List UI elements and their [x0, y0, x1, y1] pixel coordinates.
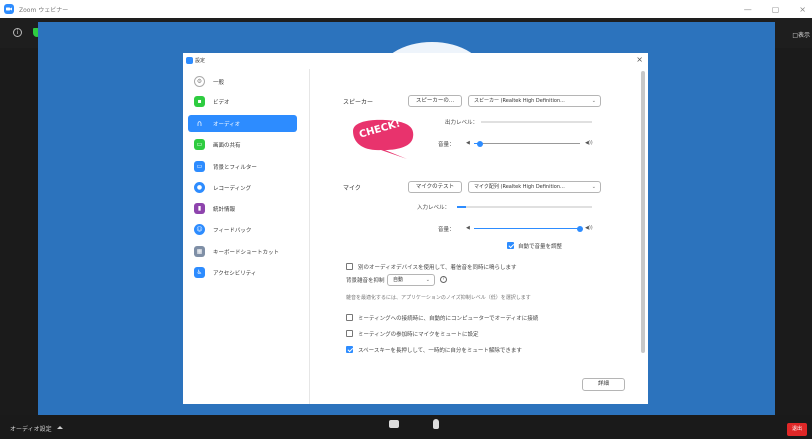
info-icon[interactable]: i — [13, 28, 22, 37]
headphones-icon: ∩ — [196, 119, 203, 128]
input-level-meter — [457, 206, 592, 208]
auto-adjust-label: 自動で音量を調整 — [518, 244, 563, 250]
speaker-test-button[interactable]: スピーカーの... — [408, 95, 462, 107]
auto-join-audio-checkbox[interactable] — [346, 314, 353, 321]
sidebar-item-video[interactable]: ▪ ビデオ — [188, 93, 297, 110]
sidebar-item-label: フィードバック — [213, 227, 252, 234]
mic-test-button[interactable]: マイクのテスト — [408, 181, 462, 193]
sidebar-item-recording[interactable]: ● レコーディング — [188, 179, 297, 196]
sidebar-item-label: オーディオ — [213, 121, 241, 128]
sidebar-item-statistics[interactable]: ▮ 統計情報 — [188, 200, 297, 217]
chat-icon[interactable] — [389, 420, 399, 428]
settings-scrollbar[interactable] — [641, 71, 645, 353]
mute-on-join-checkbox[interactable] — [346, 330, 353, 337]
speaker-volume-label: 音量： — [438, 142, 455, 148]
chevron-down-icon: ⌄ — [591, 98, 596, 104]
sidebar-item-label: ビデオ — [213, 99, 230, 106]
window-titlebar: Zoom ウェビナー — ▢ × — [0, 0, 812, 18]
background-icon: ▭ — [194, 161, 205, 172]
sidebar-item-keyboard-shortcuts[interactable]: ▦ キーボードショートカット — [188, 243, 297, 260]
mic-device-value: マイク配列 (Realtek High Definition... — [474, 184, 565, 190]
maximize-button[interactable]: ▢ — [772, 5, 780, 14]
sidebar-item-audio[interactable]: ∩ オーディオ — [188, 115, 297, 132]
speaker-device-value: スピーカー (Realtek High Definition... — [474, 98, 565, 104]
mute-on-join-label: ミーティングの参加時にマイクをミュートに設定 — [358, 332, 479, 338]
sidebar-item-feedback[interactable]: ☺ フィードバック — [188, 221, 297, 238]
feedback-icon: ☺ — [194, 224, 205, 235]
slider-track — [474, 143, 580, 144]
audio-settings-label[interactable]: オーディオ設定 — [10, 424, 52, 433]
sidebar-item-label: レコーディング — [213, 185, 252, 192]
sidebar-item-label: 一般 — [213, 79, 225, 86]
sidebar-item-label: キーボードショートカット — [213, 249, 280, 256]
keyboard-icon: ▦ — [194, 246, 205, 257]
help-icon[interactable]: ? — [440, 276, 447, 283]
close-icon[interactable]: × — [636, 55, 643, 64]
settings-dialog: 設定 × ⚙ 一般 ▪ ビデオ ∩ オーディオ ▭ 画面の共有 ▭ 背景とフィル — [183, 53, 648, 404]
zoom-logo-icon — [186, 57, 193, 64]
settings-titlebar: 設定 × — [183, 53, 648, 69]
volume-high-icon: ◀)) — [585, 140, 593, 146]
noise-suppression-value: 自動 — [393, 277, 404, 283]
chevron-down-icon: ⌄ — [591, 184, 596, 190]
sidebar-item-label: 画面の共有 — [213, 142, 241, 149]
statistics-icon: ▮ — [194, 203, 205, 214]
meeting-controls-bar: オーディオ設定 退出 — [0, 415, 812, 439]
output-level-meter — [481, 121, 592, 123]
minimize-button[interactable]: — — [744, 5, 752, 14]
sidebar-item-label: アクセシビリティ — [213, 270, 257, 277]
slider-thumb[interactable] — [577, 226, 583, 232]
video-icon: ▪ — [194, 96, 205, 107]
auto-adjust-checkbox[interactable] — [507, 242, 514, 249]
window-title: Zoom ウェビナー — [19, 6, 69, 14]
mic-volume-slider[interactable] — [474, 226, 583, 232]
advanced-button[interactable]: 詳細 — [582, 378, 625, 391]
sidebar-item-background[interactable]: ▭ 背景とフィルター — [188, 158, 297, 175]
leave-button[interactable]: 退出 — [787, 423, 807, 436]
window-controls: — ▢ × — [744, 0, 806, 18]
zoom-window: Zoom ウェビナー — ▢ × i □表示 オーディオ設定 退出 設定 × ⚙… — [0, 0, 812, 439]
accessibility-icon: ♿ — [194, 267, 205, 278]
slider-fill — [474, 228, 580, 229]
noise-hint-text: 雑音を最適化するには、アプリケーションのノイズ抑制レベル（低）を選択します — [346, 295, 531, 301]
settings-sidebar: ⚙ 一般 ▪ ビデオ ∩ オーディオ ▭ 画面の共有 ▭ 背景とフィルター ● … — [183, 69, 305, 404]
caret-up-icon[interactable] — [57, 426, 63, 429]
view-toggle-label[interactable]: □表示 — [792, 30, 810, 39]
sidebar-item-label: 統計情報 — [213, 206, 236, 213]
volume-low-icon: ◀ — [466, 225, 470, 231]
raise-hand-icon[interactable] — [433, 419, 439, 429]
noise-suppression-select[interactable]: 自動 ⌄ — [387, 274, 435, 286]
record-icon: ● — [194, 182, 205, 193]
separate-device-checkbox[interactable] — [346, 263, 353, 270]
sidebar-item-general[interactable]: ⚙ 一般 — [188, 73, 297, 90]
volume-high-icon: ◀)) — [585, 225, 593, 231]
share-screen-icon: ▭ — [194, 139, 205, 150]
sidebar-item-share-screen[interactable]: ▭ 画面の共有 — [188, 136, 297, 153]
speaker-label: スピーカー — [343, 99, 374, 106]
speaker-device-select[interactable]: スピーカー (Realtek High Definition... ⌄ — [468, 95, 601, 107]
push-to-talk-checkbox[interactable] — [346, 346, 353, 353]
input-level-fill — [457, 206, 467, 208]
noise-suppression-label: 背景雑音を抑制 — [346, 278, 385, 284]
volume-low-icon: ◀ — [466, 140, 470, 146]
speaker-volume-slider[interactable] — [474, 141, 580, 147]
chevron-down-icon: ⌄ — [425, 277, 430, 283]
slider-thumb[interactable] — [477, 141, 484, 147]
push-to-talk-label: スペースキーを長押しして、一時的に自分をミュート解除できます — [358, 348, 522, 354]
settings-title: 設定 — [195, 58, 206, 64]
sidebar-item-accessibility[interactable]: ♿ アクセシビリティ — [188, 264, 297, 281]
auto-join-audio-label: ミーティングへの接続時に、自動的にコンピューターでオーディオに接続 — [358, 316, 539, 322]
close-window-button[interactable]: × — [799, 5, 806, 14]
output-level-label: 出力レベル： — [445, 120, 479, 126]
mic-device-select[interactable]: マイク配列 (Realtek High Definition... ⌄ — [468, 181, 601, 193]
microphone-label: マイク — [343, 185, 361, 192]
mic-volume-label: 音量： — [438, 227, 455, 233]
input-level-label: 入力レベル： — [417, 205, 451, 211]
zoom-logo-icon — [4, 4, 14, 14]
sidebar-item-label: 背景とフィルター — [213, 164, 257, 171]
gear-icon: ⚙ — [194, 76, 205, 87]
separate-device-label: 別のオーディオデバイスを使用して、着信音を同時に鳴らします — [358, 265, 517, 271]
